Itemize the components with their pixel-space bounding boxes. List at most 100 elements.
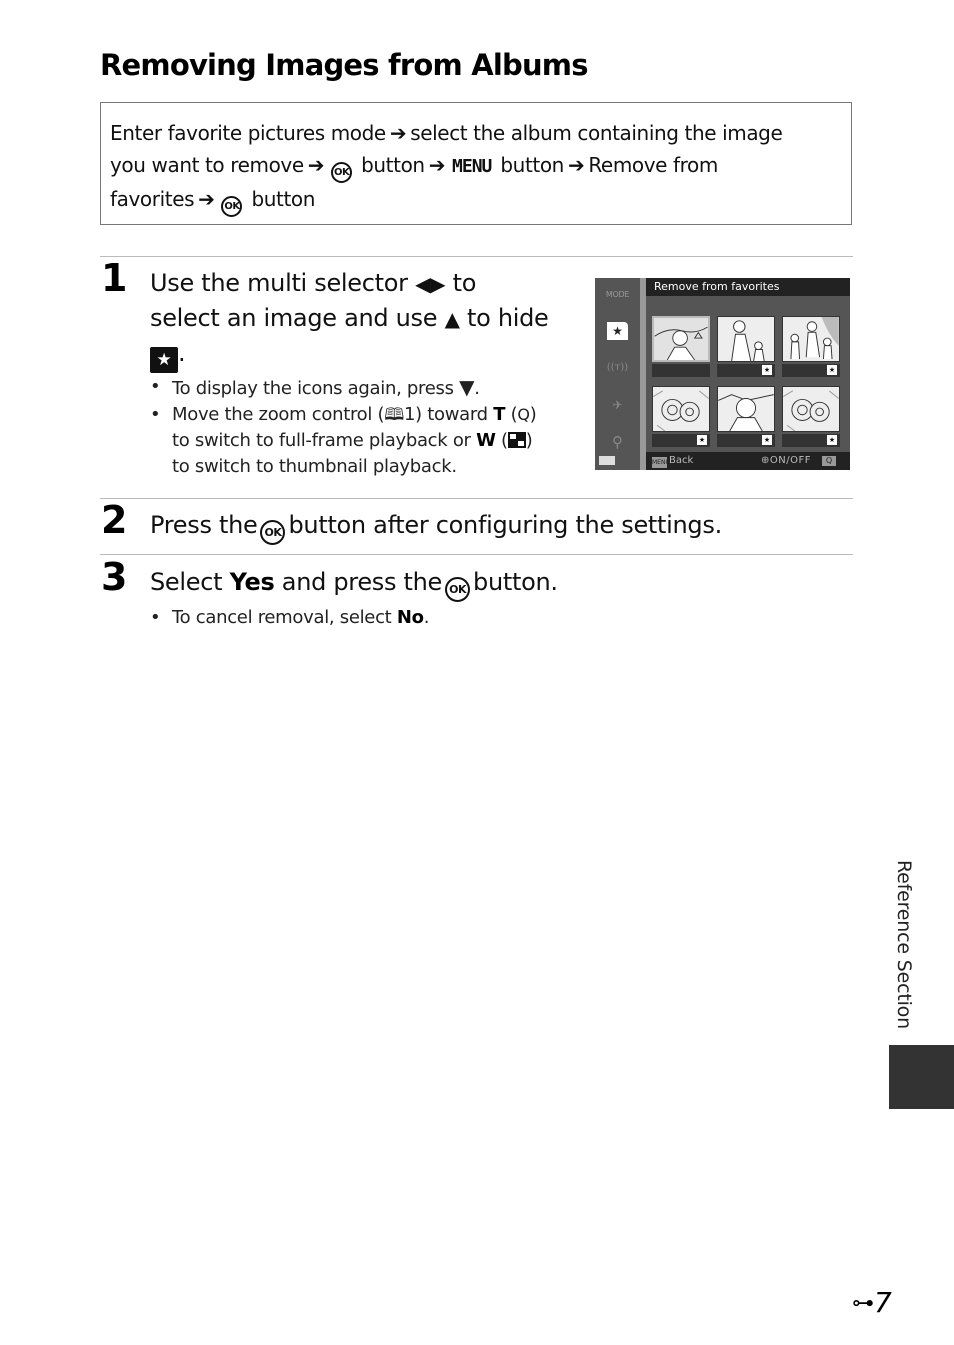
thumbnail-info-bar: ★ [652,434,710,447]
battery-icon [599,456,615,465]
step-heading: Press the OK button after configuring the … [150,508,850,545]
section-tab-label: Reference Section [893,860,915,1029]
screen-footer: MENUBack ⊕ON/OFF Q [646,452,850,470]
step-text: to hide [467,304,549,332]
favorite-icon: ★ [150,347,178,373]
divider [100,554,853,555]
step-text: and press the [281,568,443,596]
path-text: select the album containing the image [410,121,783,145]
note-item: To display the icons again, press ▼. [150,374,570,402]
screen-title: Remove from favorites [646,278,850,296]
note-text: to switch to thumbnail playback. [172,456,457,477]
binoculars-icon: ⊶ [852,1291,874,1316]
favorite-star-icon: ★ [762,435,772,445]
note-text: . [474,378,480,399]
toggle-label: ⊕ON/OFF [761,455,811,466]
thumbnail-image[interactable] [782,316,840,362]
step-text: Press the [150,511,258,539]
favorite-star-icon: ★ [762,365,772,375]
wide-label: W [476,430,496,451]
thumbnail-image[interactable] [717,316,775,362]
path-text: Enter favorite pictures mode [110,121,386,145]
step-text: Use the multi selector [150,269,408,297]
back-label: Back [669,455,694,466]
favorite-star-icon: ★ [697,435,707,445]
step-3-notes: To cancel removal, select No. [150,605,750,631]
magnify-icon: Q [517,405,530,424]
zoom-icon: Q [822,456,836,466]
step-number: 3 [101,555,128,599]
step-heading: Select Yes and press the OK button. [150,565,850,602]
page-title: Removing Images from Albums [100,48,588,82]
step-number: 1 [101,256,128,300]
wifi-icon: ((ᴛ)) [606,362,629,373]
thumbnail-info-bar: ★ [717,434,775,447]
path-text: button [251,187,316,211]
down-arrow-icon: ▼ [459,375,475,399]
divider [100,498,853,499]
thumbnail-drawing [653,390,709,431]
arrow-right-icon: ➔ [428,153,446,177]
step-text: button after configuring the settings. [288,511,722,539]
thumbnail-info-bar: ★ [782,434,840,447]
path-text: Remove from [588,153,718,177]
menu-button-icon: MENU [452,156,492,177]
note-text: Move the zoom control ( [172,404,385,425]
path-text: favorites [110,187,195,211]
tele-label: T [493,404,506,425]
arrow-right-icon: ➔ [198,187,215,211]
yes-option: Yes [229,568,275,596]
section-tab-marker [889,1045,954,1109]
thumbnail-drawing [731,320,765,361]
up-arrow-icon: ▲ [444,307,460,331]
note-text: 1) toward [403,404,488,425]
thumbnail-drawing [718,394,774,431]
thumbnail-info-bar: ★ [782,364,840,377]
thumbnail-image[interactable] [652,386,710,432]
path-text: button [500,153,564,177]
ok-button-icon: OK [260,520,286,545]
step-number: 2 [101,498,128,542]
camera-screen: MODE ★ ((ᴛ)) ✈ ⚲ Remove from favorites ★… [595,278,850,470]
note-text: to switch to full-frame playback or [172,430,471,451]
path-text: you want to remove [110,153,304,177]
thumbnail-drawing [790,317,839,360]
thumbnail-grid: ★ ★ ★ ★ ★ [646,296,850,452]
step-1-notes: To display the icons again, press ▼. Mov… [150,374,570,480]
note-item: Move the zoom control (🕮1) toward T (Q) … [150,402,570,480]
thumbnail-image[interactable] [717,386,775,432]
mode-label: MODE [605,290,630,299]
thumbnail-info-bar: ★ [717,364,775,377]
note-text: To display the icons again, press [172,378,454,399]
note-text: . [423,607,430,628]
ok-button-icon: OK [331,162,353,183]
path-text: button [361,153,425,177]
ok-button-icon: OK [221,196,243,217]
satellite-icon: ✈ [612,398,623,412]
favorite-star-icon: ★ [827,365,837,375]
thumbnail-icon [507,432,526,448]
arrow-right-icon: ➔ [389,121,407,145]
divider [100,256,853,257]
thumbnail-info-bar [652,364,710,377]
step-text: Select [150,568,223,596]
wrench-icon: ⚲ [612,433,623,451]
note-text: To cancel removal, select [172,607,392,628]
step-text: button. [473,568,558,596]
arrow-right-icon: ➔ [307,153,325,177]
favorite-folder-icon: ★ [607,322,628,340]
favorite-star-icon: ★ [827,435,837,445]
ok-button-icon: OK [445,577,471,602]
step-text: select an image and use [150,304,438,332]
step-text: to [452,269,477,297]
camera-sidebar: MODE ★ ((ᴛ)) ✈ ⚲ [595,278,640,470]
thumbnail-drawing [783,390,839,431]
arrow-right-icon: ➔ [567,153,585,177]
thumbnail-image[interactable] [652,316,710,362]
thumbnail-image[interactable] [782,386,840,432]
thumbnail-drawing [654,326,708,360]
menu-path-box: Enter favorite pictures mode ➔ select the … [100,102,852,225]
no-option: No [396,607,424,628]
note-item: To cancel removal, select No. [150,605,750,631]
page-number: ⊶7 [852,1286,892,1319]
